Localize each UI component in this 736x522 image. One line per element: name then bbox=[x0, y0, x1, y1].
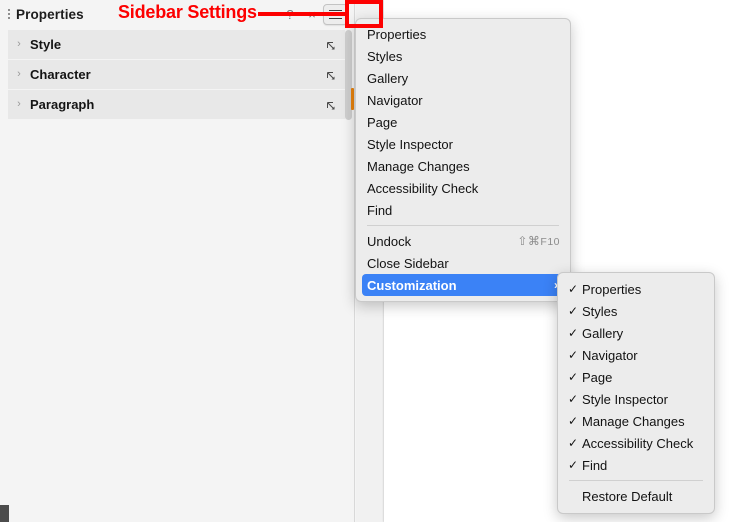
checkmark-icon: ✓ bbox=[568, 348, 579, 362]
submenu-item-label: Manage Changes bbox=[582, 413, 685, 429]
annotation-highlight-box bbox=[345, 0, 383, 28]
submenu-item-label: Navigator bbox=[582, 347, 638, 363]
menu-item-label: Styles bbox=[367, 48, 403, 64]
vertical-dots-grip-icon[interactable] bbox=[4, 6, 14, 22]
menu-item-close-sidebar[interactable]: Close Sidebar bbox=[356, 252, 570, 274]
panel-label: Style bbox=[30, 37, 62, 52]
submenu-item-label: Properties bbox=[582, 281, 642, 297]
submenu-item-accessibility-check[interactable]: ✓ Accessibility Check bbox=[558, 432, 714, 454]
menu-item-page[interactable]: Page bbox=[356, 111, 570, 133]
sidebar-panel-style[interactable]: › Style bbox=[8, 30, 345, 60]
checkmark-icon: ✓ bbox=[568, 458, 579, 472]
page-title: Properties bbox=[16, 6, 84, 22]
submenu-item-styles[interactable]: ✓ Styles bbox=[558, 300, 714, 322]
checkmark-icon: ✓ bbox=[568, 304, 579, 318]
sidebar-splitter-handle[interactable] bbox=[351, 88, 354, 110]
sidebar-settings-menu: Properties Styles Gallery Navigator Page… bbox=[355, 18, 571, 302]
submenu-item-navigator[interactable]: ✓ Navigator bbox=[558, 344, 714, 366]
submenu-item-label: Accessibility Check bbox=[582, 435, 694, 451]
annotation-pointer-line bbox=[258, 12, 347, 16]
submenu-item-page[interactable]: ✓ Page bbox=[558, 366, 714, 388]
dialog-launcher-icon[interactable] bbox=[325, 69, 337, 81]
menu-item-label: Close Sidebar bbox=[367, 255, 449, 271]
checkmark-icon: ✓ bbox=[568, 326, 579, 340]
submenu-item-restore-default[interactable]: Restore Default bbox=[558, 485, 714, 507]
customization-submenu: ✓ Properties ✓ Styles ✓ Gallery ✓ Naviga… bbox=[557, 272, 715, 514]
menu-item-label: Accessibility Check bbox=[367, 180, 479, 196]
menu-item-style-inspector[interactable]: Style Inspector bbox=[356, 133, 570, 155]
checkmark-icon: ✓ bbox=[568, 370, 579, 384]
menu-item-label: Manage Changes bbox=[367, 158, 470, 174]
menu-separator bbox=[367, 225, 559, 226]
submenu-separator bbox=[569, 480, 703, 481]
submenu-item-label: Style Inspector bbox=[582, 391, 668, 407]
menu-item-label: Find bbox=[367, 202, 393, 218]
annotation-label: Sidebar Settings bbox=[118, 2, 257, 22]
submenu-item-label: Styles bbox=[582, 303, 618, 319]
menu-item-label: Customization bbox=[367, 277, 457, 293]
menu-item-undock[interactable]: Undock ⇧⌘F10 bbox=[356, 230, 570, 252]
sidebar-panel-list: › Style › Character › Paragraph bbox=[8, 30, 345, 120]
menu-item-find[interactable]: Find bbox=[356, 199, 570, 221]
menu-item-label: Navigator bbox=[367, 92, 423, 108]
checkmark-icon: ✓ bbox=[568, 282, 579, 296]
submenu-item-style-inspector[interactable]: ✓ Style Inspector bbox=[558, 388, 714, 410]
checkmark-icon: ✓ bbox=[568, 392, 579, 406]
menu-item-gallery[interactable]: Gallery bbox=[356, 67, 570, 89]
submenu-item-manage-changes[interactable]: ✓ Manage Changes bbox=[558, 410, 714, 432]
checkmark-icon: ✓ bbox=[568, 414, 579, 428]
menu-item-manage-changes[interactable]: Manage Changes bbox=[356, 155, 570, 177]
sidebar-deck: Properties ? × › Style › Character bbox=[0, 0, 356, 522]
sidebar-panel-paragraph[interactable]: › Paragraph bbox=[8, 90, 345, 120]
submenu-item-label: Gallery bbox=[582, 325, 624, 341]
menu-item-styles[interactable]: Styles bbox=[356, 45, 570, 67]
submenu-item-properties[interactable]: ✓ Properties bbox=[558, 278, 714, 300]
menu-item-shortcut: ⇧⌘F10 bbox=[517, 234, 560, 248]
submenu-item-label: Find bbox=[582, 457, 608, 473]
submenu-item-label: Page bbox=[582, 369, 613, 385]
menu-item-label: Undock bbox=[367, 233, 412, 249]
menu-item-label: Properties bbox=[367, 26, 427, 42]
menu-item-label: Page bbox=[367, 114, 398, 130]
chevron-right-icon[interactable]: › bbox=[8, 69, 30, 80]
sidebar-panel-character[interactable]: › Character bbox=[8, 60, 345, 90]
menu-item-label: Style Inspector bbox=[367, 136, 453, 152]
submenu-item-find[interactable]: ✓ Find bbox=[558, 454, 714, 476]
bottom-left-nub bbox=[0, 505, 9, 522]
dialog-launcher-icon[interactable] bbox=[325, 99, 337, 111]
submenu-item-gallery[interactable]: ✓ Gallery bbox=[558, 322, 714, 344]
menu-item-accessibility-check[interactable]: Accessibility Check bbox=[356, 177, 570, 199]
menu-item-navigator[interactable]: Navigator bbox=[356, 89, 570, 111]
menu-item-label: Gallery bbox=[367, 70, 409, 86]
checkmark-icon: ✓ bbox=[568, 436, 579, 450]
panel-label: Character bbox=[30, 67, 91, 82]
submenu-item-label: Restore Default bbox=[582, 488, 673, 504]
panel-label: Paragraph bbox=[30, 97, 95, 112]
menu-item-properties[interactable]: Properties bbox=[356, 23, 570, 45]
chevron-right-icon[interactable]: › bbox=[8, 39, 30, 50]
chevron-right-icon[interactable]: › bbox=[8, 99, 30, 110]
menu-item-customization[interactable]: Customization › bbox=[362, 274, 564, 296]
dialog-launcher-icon[interactable] bbox=[325, 39, 337, 51]
